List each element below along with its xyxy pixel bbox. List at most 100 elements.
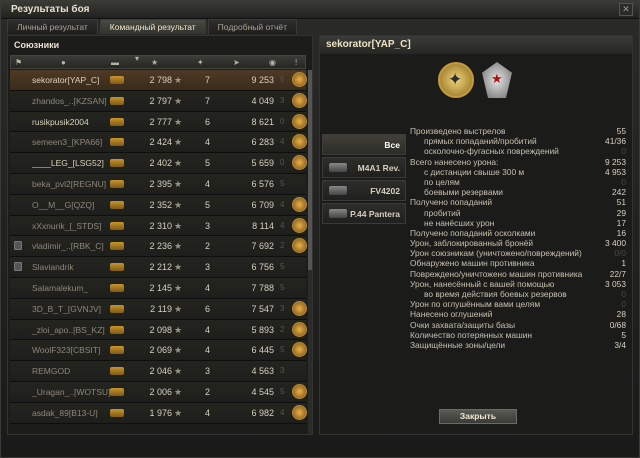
spotted-value: 3	[280, 303, 285, 313]
spotted-value: 5	[280, 75, 285, 84]
medal-icon	[292, 238, 307, 254]
table-row[interactable]: O__M__G[QZQ] 2 352 ★ 5 6 709 4	[10, 194, 307, 216]
star-icon: ★	[174, 95, 183, 106]
stat-value: 29	[616, 207, 626, 218]
xp-value: 2 006	[149, 386, 172, 397]
player-name: Slaviandrik	[32, 262, 74, 273]
xp-value: 2 402	[149, 158, 172, 169]
spotted-value: 2	[280, 324, 285, 334]
stat-label: Нанесено оглушений	[410, 309, 493, 320]
stat-row: Очки захвата/защиты базы 0/68	[410, 320, 630, 330]
vehicle-tab-m4a1[interactable]: M4A1 Rev.	[322, 157, 406, 178]
xp-value: 2 310	[149, 220, 172, 231]
stat-value: 0	[621, 299, 626, 310]
stat-value: 16	[616, 227, 626, 238]
vehicle-tab-all[interactable]: Все	[322, 134, 406, 155]
scrollbar-thumb[interactable]	[308, 70, 312, 270]
damage-value: 6 982	[251, 407, 274, 418]
stat-label: прямых попаданий/пробитий	[424, 136, 537, 147]
star-icon: ★	[174, 262, 183, 273]
table-row[interactable]: xXxnurik_[_STDS] 2 310 ★ 3 8 114 4	[10, 215, 307, 237]
top-gun-medal-icon[interactable]: ★	[482, 62, 512, 98]
tank-icon	[329, 209, 347, 218]
xp-value: 2 119	[150, 303, 172, 314]
table-row[interactable]: vladimir_..[RBK_C] 2 236 ★ 2 7 692 2	[10, 236, 307, 258]
stat-row: Количество потерянных машин 5	[410, 330, 630, 340]
tank-type-icon	[110, 367, 124, 376]
stat-label: Количество потерянных машин	[410, 329, 533, 340]
table-row[interactable]: _zloi_apo..[BS_KZ] 2 098 ★ 4 5 893 2	[10, 319, 307, 341]
tab-personal-result[interactable]: Личный результат	[7, 19, 98, 34]
medal-icon	[292, 155, 307, 171]
stat-value: 22/7	[609, 268, 626, 279]
tank-type-icon	[110, 138, 124, 147]
tank-type-icon	[110, 159, 124, 168]
medal-icon[interactable]: !	[295, 58, 297, 67]
table-row[interactable]: zhandos_..[KZSAN] 2 797 ★ 7 4 049 3	[10, 90, 307, 112]
flag-icon[interactable]: ⚑	[15, 58, 22, 67]
vehicle-tab-pantera[interactable]: P.44 Pantera	[322, 203, 406, 224]
stat-value: 242	[612, 187, 626, 198]
stat-row: Урон по оглушённым вами целям 0	[410, 299, 630, 309]
table-row[interactable]: WoolF323[CBSIT] 2 069 ★ 4 6 445 5	[10, 340, 307, 362]
stat-row: Получено попаданий осколками 16	[410, 228, 630, 238]
table-row[interactable]: asdak_89[B13-U] 1 976 ★ 4 6 982 4	[10, 402, 307, 424]
table-row[interactable]: Salamalekum_ 2 145 ★ 4 7 788 5	[10, 277, 306, 299]
medal-icon	[292, 342, 307, 358]
spotted-value: 5	[280, 262, 285, 272]
stat-value: 55	[616, 126, 626, 136]
vehicle-tab-label: FV4202	[370, 186, 400, 196]
frags-value: 3	[204, 220, 210, 231]
frags-value: 4	[204, 345, 210, 356]
results-tabs: Личный результат Командный результат Под…	[7, 19, 299, 35]
spotted-icon[interactable]: ◉	[269, 58, 276, 67]
xp-icon[interactable]: ★	[151, 58, 158, 67]
table-row[interactable]: beka_pvl2[REGNU] 2 395 ★ 4 6 576 5	[10, 173, 306, 195]
table-row[interactable]: ____LEG_[LSG52] 2 402 ★ 5 5 659 0	[10, 153, 307, 174]
stat-row: Обнаружено машин противника 1	[410, 258, 630, 268]
damage-value: 5 893	[251, 324, 274, 335]
stat-row: Получено попаданий 51	[410, 197, 630, 207]
tank-type-icon	[110, 200, 124, 209]
damage-value: 6 445	[251, 345, 274, 356]
stat-row: Урон союзникам (уничтожено/повреждений) 0…	[410, 248, 630, 258]
tank-icon[interactable]: ▬	[111, 58, 119, 67]
table-row[interactable]: sekorator[YAP_C] 2 798 ★ 7 9 253 5	[10, 70, 307, 91]
team-panel: Союзники ⚑ ● ▬ ▾ ★ ✦ ➤ ◉ ! sekorator[YAP…	[7, 35, 313, 435]
spotted-value: 0	[280, 116, 285, 126]
damage-icon[interactable]: ➤	[233, 58, 240, 67]
player-name: beka_pvl2[REGNU]	[32, 178, 107, 189]
stat-label: осколочно-фугасных повреждений	[424, 146, 559, 157]
close-button[interactable]: Закрыть	[439, 409, 517, 424]
tab-detailed-report[interactable]: Подробный отчёт	[207, 19, 297, 34]
close-window-button[interactable]: ✕	[619, 3, 633, 16]
player-icon[interactable]: ●	[61, 58, 66, 67]
spotted-value: 5	[280, 282, 285, 292]
stat-row: пробитий 29	[410, 208, 630, 218]
stat-label: Всего нанесено урона:	[410, 156, 499, 167]
stat-row: по целям 0	[410, 177, 630, 187]
star-icon: ★	[174, 199, 183, 210]
stat-value: 0	[621, 146, 626, 157]
xp-value: 2 212	[149, 262, 172, 273]
stat-value: 0	[621, 176, 626, 187]
table-row[interactable]: 3D_B_T_[GVNJV] 2 119 ★ 6 7 547 3	[10, 298, 307, 320]
stat-value: 1	[621, 258, 626, 269]
ace-tanker-medal-icon[interactable]: ✦	[438, 62, 474, 98]
damage-value: 7 692	[251, 241, 274, 252]
allies-scrollbar[interactable]	[308, 70, 312, 434]
table-row[interactable]: REMGOD 2 046 ★ 3 4 563 3	[10, 361, 306, 382]
table-row[interactable]: rusikpusik2004 2 777 ★ 6 8 621 0	[10, 111, 307, 133]
star-icon: ★	[174, 178, 183, 189]
table-row[interactable]: _Uragan_..[WOTSU] 2 006 ★ 2 4 545 5	[10, 381, 307, 403]
table-row[interactable]: semeen3_[KPA66] 2 424 ★ 4 6 283 4	[10, 132, 307, 154]
spotted-value: 2	[280, 241, 285, 251]
stat-value: 3 400	[605, 238, 626, 249]
tank-type-icon	[110, 179, 124, 188]
frags-icon[interactable]: ✦	[197, 58, 204, 67]
tab-team-result[interactable]: Командный результат	[99, 19, 206, 34]
frags-value: 5	[204, 158, 210, 169]
vehicle-tab-fv4202[interactable]: FV4202	[322, 180, 406, 201]
damage-value: 8 114	[252, 220, 274, 231]
table-row[interactable]: Slaviandrik 2 212 ★ 3 6 756 5	[10, 257, 306, 278]
